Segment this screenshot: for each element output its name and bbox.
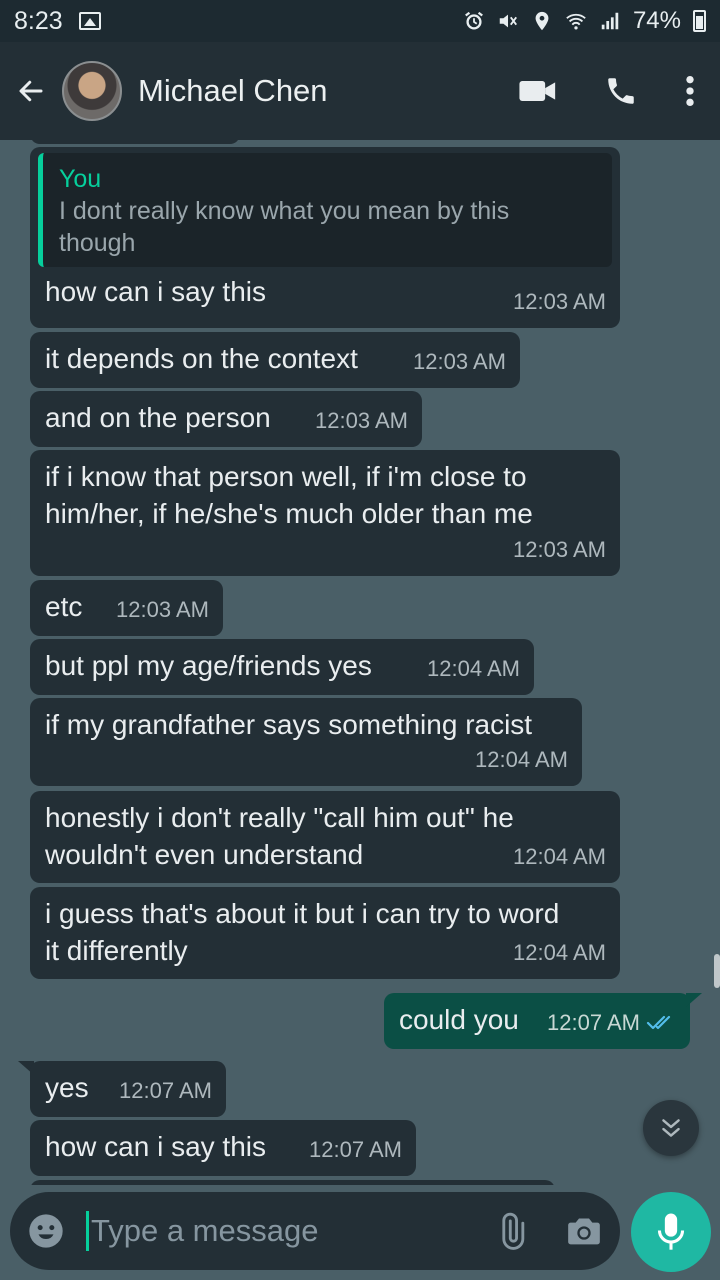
message-bubble[interactable]: and on the person 12:03 AM (30, 391, 422, 447)
voice-call-icon[interactable] (604, 74, 638, 108)
message-time: 12:03 AM (513, 537, 606, 562)
location-icon (535, 11, 549, 31)
video-call-icon[interactable] (518, 76, 558, 106)
mic-icon (657, 1213, 685, 1250)
message-bubble-partial (30, 1180, 555, 1185)
message-time: 12:04 AM (513, 844, 606, 869)
message-time: 12:03 AM (315, 408, 408, 433)
message-bubble[interactable]: You I dont really know what you mean by … (30, 147, 620, 328)
header-actions (518, 74, 706, 108)
message-bubble[interactable]: etc 12:03 AM (30, 580, 223, 636)
battery-icon (693, 10, 706, 32)
message-time: 12:07 AM (547, 1010, 640, 1035)
avatar[interactable] (62, 61, 122, 121)
message-bubble[interactable]: but ppl my age/friends yes 12:04 AM (30, 639, 534, 695)
message-meta: 12:07 AM (547, 1004, 676, 1041)
message-bubble[interactable]: honestly i don't really "call him out" h… (30, 791, 620, 883)
message-bubble[interactable]: yes 12:07 AM (30, 1061, 226, 1117)
message-bubble-outgoing[interactable]: could you 12:07 AM (384, 993, 690, 1049)
bubble-tail (686, 993, 702, 1007)
camera-icon[interactable] (564, 1211, 604, 1251)
chat-header: Michael Chen (0, 42, 720, 140)
contact-name[interactable]: Michael Chen (138, 73, 328, 109)
message-text: if i know that person well, if i'm close… (45, 461, 533, 529)
message-time: 12:07 AM (119, 1078, 212, 1103)
message-bubble[interactable]: it depends on the context 12:03 AM (30, 332, 520, 388)
emoji-icon[interactable] (26, 1211, 66, 1251)
message-time: 12:07 AM (309, 1137, 402, 1162)
message-list[interactable]: You I dont really know what you mean by … (0, 140, 720, 1185)
alarm-icon (465, 11, 483, 30)
scrollbar-thumb[interactable] (714, 954, 720, 988)
attach-icon[interactable] (494, 1211, 534, 1251)
quoted-message[interactable]: You I dont really know what you mean by … (38, 153, 612, 267)
scroll-to-bottom-button[interactable] (643, 1100, 699, 1156)
message-composer (10, 1192, 620, 1270)
read-receipt-icon (646, 1015, 671, 1029)
signal-icon (601, 12, 619, 30)
wifi-icon (566, 13, 586, 30)
status-time: 8:23 (14, 6, 63, 35)
status-bar: 8:23 74% (0, 0, 720, 42)
mute-icon (499, 14, 517, 28)
more-options-icon[interactable] (684, 74, 696, 108)
message-text: if my grandfather says something racist (45, 709, 533, 740)
message-time: 12:04 AM (427, 656, 520, 681)
message-input[interactable] (91, 1213, 471, 1249)
message-bubble[interactable]: i guess that's about it but i can try to… (30, 887, 620, 979)
message-time: 12:03 AM (116, 597, 209, 622)
back-button[interactable] (14, 74, 48, 108)
message-bubble-partial (30, 140, 240, 144)
message-time: 12:04 AM (475, 747, 568, 772)
quoted-author: You (59, 165, 102, 193)
message-time: 12:03 AM (513, 289, 606, 314)
back-arrow-icon (19, 80, 43, 102)
message-time: 12:04 AM (513, 940, 606, 965)
quoted-text: I dont really know what you mean by this… (59, 197, 510, 257)
message-bubble[interactable]: if my grandfather says something racist … (30, 698, 582, 786)
gallery-icon (78, 12, 101, 30)
battery-percent: 74% (632, 7, 681, 34)
message-bubble[interactable]: how can i say this 12:07 AM (30, 1120, 416, 1176)
text-cursor (86, 1211, 89, 1251)
double-chevron-down-icon (662, 1119, 680, 1137)
status-icons: 74% (463, 7, 706, 35)
message-bubble[interactable]: if i know that person well, if i'm close… (30, 450, 620, 576)
message-time: 12:03 AM (413, 349, 506, 374)
voice-message-button[interactable] (631, 1192, 711, 1272)
